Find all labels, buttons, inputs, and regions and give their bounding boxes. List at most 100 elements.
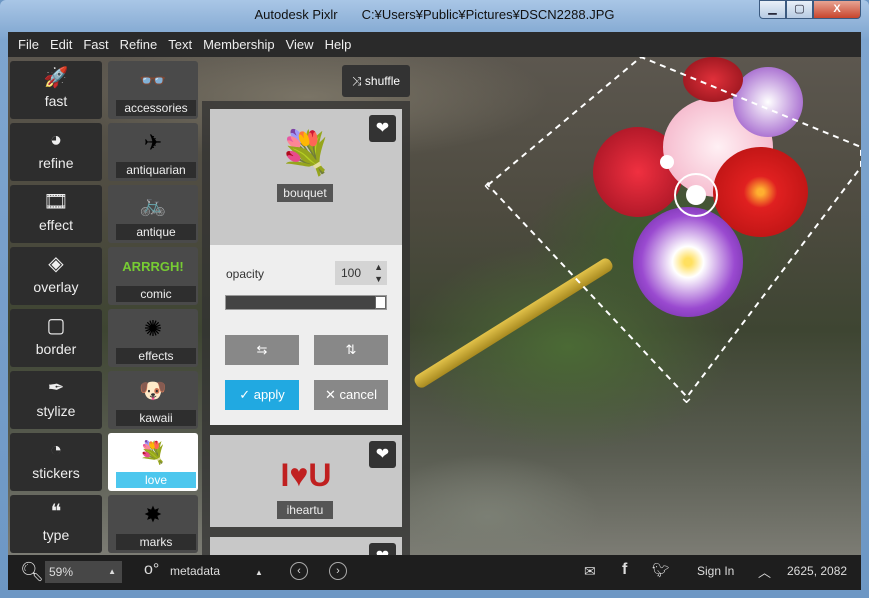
prev-icon[interactable]: ‹ [290,562,308,580]
metadata-icon[interactable]: o° [144,561,159,579]
metadata-toggle-icon[interactable]: ▲ [255,568,263,577]
layers-icon: ◈ [48,253,64,275]
shuffle-button[interactable]: ⤨ shuffle [342,65,410,97]
status-bar: 🔍︎ 59% ▲ o° metadata ▲ ‹ › ✉ f 🐦︎ Sign In… [8,555,861,590]
sticker-panel: ❤ 💐 bouquet opacity 100 ▲ ▼ ⇆ ⇅ ✓ apply ✕ … [202,101,410,555]
refine-icon: ◕ [49,129,63,151]
film-icon: 🎞 [43,191,69,213]
menu-edit[interactable]: Edit [50,37,72,52]
tool-overlay[interactable]: ◈ overlay [10,247,102,305]
menu-view[interactable]: View [286,37,314,52]
stepper-arrows-icon: ▲ ▼ [374,262,383,284]
sticker-hearts[interactable]: ❤ ❤ [210,537,402,555]
sticker-icon: ◔ [49,439,63,461]
rocket-icon: 🚀 [43,67,69,89]
sticker-category-antique[interactable]: 🚲 antique [108,185,198,243]
x-icon: ✕ [324,387,340,402]
category-thumbnail: 🚲 [139,192,167,217]
menu-text[interactable]: Text [168,37,192,52]
facebook-icon[interactable]: f [622,561,627,579]
zoom-icon[interactable]: 🔍︎ [20,560,44,584]
menu-membership[interactable]: Membership [203,37,275,52]
category-thumbnail: 👓 [139,68,167,93]
category-label: accessories [116,100,196,116]
metadata-button[interactable]: metadata [170,564,220,578]
tool-label: refine [38,155,74,171]
sticker-iheartu[interactable]: ❤ I♥U iheartu [210,435,402,527]
sticker-category-accessories[interactable]: 👓 accessories [108,61,198,119]
tool-border[interactable]: ▢ border [10,309,102,367]
sticker-controls: opacity 100 ▲ ▼ ⇆ ⇅ ✓ apply ✕ cancel [210,245,402,425]
tool-label: effect [39,217,73,233]
tool-refine[interactable]: ◕ refine [10,123,102,181]
image-canvas[interactable]: ‹ ⌄ ⤨ shuffle 🚀 fast ◕ refine 🎞 effect ◈ overla… [8,57,861,555]
menu-refine[interactable]: Refine [120,37,158,52]
caret-up-icon: ▲ [108,567,116,576]
category-label: antiquarian [116,162,196,178]
zoom-value: 59% [49,565,74,579]
tool-label: stylize [36,403,76,419]
sticker-category-antiquarian[interactable]: ✈ antiquarian [108,123,198,181]
sticker-art: I♥U [280,457,332,493]
tool-label: stickers [32,465,80,481]
opacity-label: opacity [226,267,265,281]
category-thumbnail: 🐶 [139,378,167,403]
category-thumbnail: 💐 [139,440,167,465]
sticker-category-marks[interactable]: ✸ marks [108,495,198,553]
sticker-category-effects[interactable]: ✺ effects [108,309,198,367]
apply-button[interactable]: ✓ apply [225,380,299,410]
close-button[interactable]: X [813,0,861,19]
shuffle-icon: ⤨ [351,74,365,88]
flip-horizontal-button[interactable]: ⇆ [225,335,299,365]
category-thumbnail: ARRRGH! [122,259,184,274]
opacity-value: 100 [341,266,362,280]
zoom-select[interactable]: 59% ▲ [45,561,122,583]
sticker-category-kawaii[interactable]: 🐶 kawaii [108,371,198,429]
resize-handle-bottom: ⌄ [679,387,694,407]
menu-bar: File Edit Fast Refine Text Membership Vi… [8,32,861,57]
opacity-slider[interactable] [225,295,387,310]
category-thumbnail: ✸ [143,502,163,527]
file-path: C:¥Users¥Public¥Pictures¥DSCN2288.JPG [361,7,615,22]
tool-stickers[interactable]: ◔ stickers [10,433,102,491]
tool-label: border [35,341,77,357]
cancel-button[interactable]: ✕ cancel [314,380,388,410]
sticker-label: bouquet [277,184,333,202]
category-thumbnail: ✺ [143,316,163,341]
chevron-up-icon[interactable]: ︿ [758,562,771,581]
check-icon: ✓ [239,387,254,402]
border-icon: ▢ [46,315,66,337]
window-title: Autodesk Pixlr C:¥Users¥Public¥Pictures¥D… [0,7,869,22]
tool-label: type [42,527,70,543]
minimize-button[interactable]: ▁ [759,0,786,19]
flip-vertical-button[interactable]: ⇅ [314,335,388,365]
sign-in-button[interactable]: Sign In [697,564,734,578]
menu-fast[interactable]: Fast [83,37,108,52]
tool-stylize[interactable]: ✒ stylize [10,371,102,429]
menu-help[interactable]: Help [325,37,352,52]
tool-effect[interactable]: 🎞 effect [10,185,102,243]
opacity-stepper[interactable]: 100 ▲ ▼ [335,261,387,285]
sticker-category-love[interactable]: 💐 love [108,433,198,491]
slider-thumb[interactable] [375,296,386,309]
category-label: effects [116,348,196,364]
quote-icon: ❝ [50,501,62,523]
menu-file[interactable]: File [18,37,39,52]
feather-icon: ✒ [47,377,65,399]
category-label: antique [116,224,196,240]
tool-label: fast [44,93,68,109]
tool-label: overlay [33,279,79,295]
resize-handle-left: ‹ [484,175,490,195]
twitter-icon[interactable]: 🐦︎ [652,562,670,579]
email-icon[interactable]: ✉ [584,563,596,580]
sticker-label: iheartu [277,501,333,519]
maximize-button[interactable]: ▢ [786,0,813,19]
sticker-bouquet[interactable]: ❤ 💐 bouquet [210,109,402,245]
next-icon[interactable]: › [329,562,347,580]
category-label: kawaii [116,410,196,426]
tool-type[interactable]: ❝ type [10,495,102,553]
category-label: love [116,472,196,488]
category-label: comic [116,286,196,302]
sticker-category-comic[interactable]: ARRRGH! comic [108,247,198,305]
tool-fast[interactable]: 🚀 fast [10,61,102,119]
